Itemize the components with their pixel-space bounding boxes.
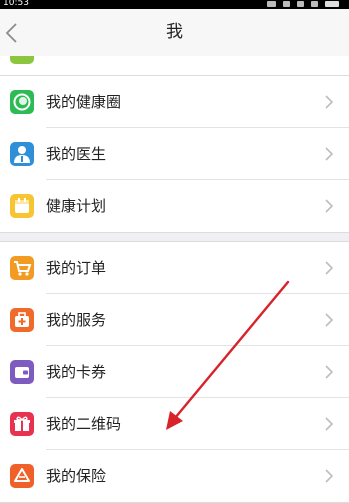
circle-icon <box>10 90 34 114</box>
menu-item-my-insurance[interactable]: 我的保险 <box>0 450 349 502</box>
medkit-icon <box>10 308 34 332</box>
chevron-right-icon <box>325 417 333 431</box>
signal-icon <box>297 1 304 7</box>
menu-item-my-orders[interactable]: 我的订单 <box>0 242 349 294</box>
shield-icon <box>10 464 34 488</box>
status-bar: 10:53 <box>0 0 349 9</box>
menu-item-label: 我的服务 <box>46 311 107 329</box>
status-time: 10:53 <box>3 0 29 8</box>
calendar-icon <box>10 194 34 218</box>
menu-item-health-plan[interactable]: 健康计划 <box>0 180 349 232</box>
chevron-right-icon <box>325 261 333 275</box>
menu-item-label: 我的卡券 <box>46 363 107 381</box>
menu-section-health: 我的健康圈 我的医生 健康计划 <box>0 75 349 233</box>
menu-item-label: 我的订单 <box>46 259 107 277</box>
menu-item-label: 我的保险 <box>46 467 107 485</box>
page-title: 我 <box>166 22 183 42</box>
menu-item-health-circle[interactable]: 我的健康圈 <box>0 76 349 128</box>
signal-icon <box>311 1 318 7</box>
menu-item-my-doctor[interactable]: 我的医生 <box>0 128 349 180</box>
wallet-icon <box>10 360 34 384</box>
menu-item-label: 我的二维码 <box>46 415 122 433</box>
menu-item-my-qr-code[interactable]: 我的二维码 <box>0 398 349 450</box>
menu-item-label: 我的医生 <box>46 145 107 163</box>
doctor-icon <box>10 142 34 166</box>
battery-icon <box>325 1 339 7</box>
chevron-right-icon <box>325 469 333 483</box>
menu-item-label: 我的健康圈 <box>46 93 122 111</box>
chevron-right-icon <box>325 95 333 109</box>
chevron-right-icon <box>325 365 333 379</box>
menu-item-my-services[interactable]: 我的服务 <box>0 294 349 346</box>
menu-section-account: 我的订单 我的服务 我的卡券 我的二维码 我的保险 <box>0 241 349 503</box>
wifi-icon <box>283 1 290 7</box>
gift-icon <box>10 412 34 436</box>
partial-item-icon <box>10 56 34 64</box>
nav-bar: 我 <box>0 9 349 57</box>
notification-icon <box>267 1 276 7</box>
cart-icon <box>10 256 34 280</box>
menu-section-top <box>0 56 349 76</box>
menu-item-label: 健康计划 <box>46 197 107 215</box>
status-icons <box>265 1 345 8</box>
chevron-right-icon <box>325 199 333 213</box>
menu-item-my-coupons[interactable]: 我的卡券 <box>0 346 349 398</box>
chevron-right-icon <box>325 147 333 161</box>
chevron-right-icon <box>325 313 333 327</box>
